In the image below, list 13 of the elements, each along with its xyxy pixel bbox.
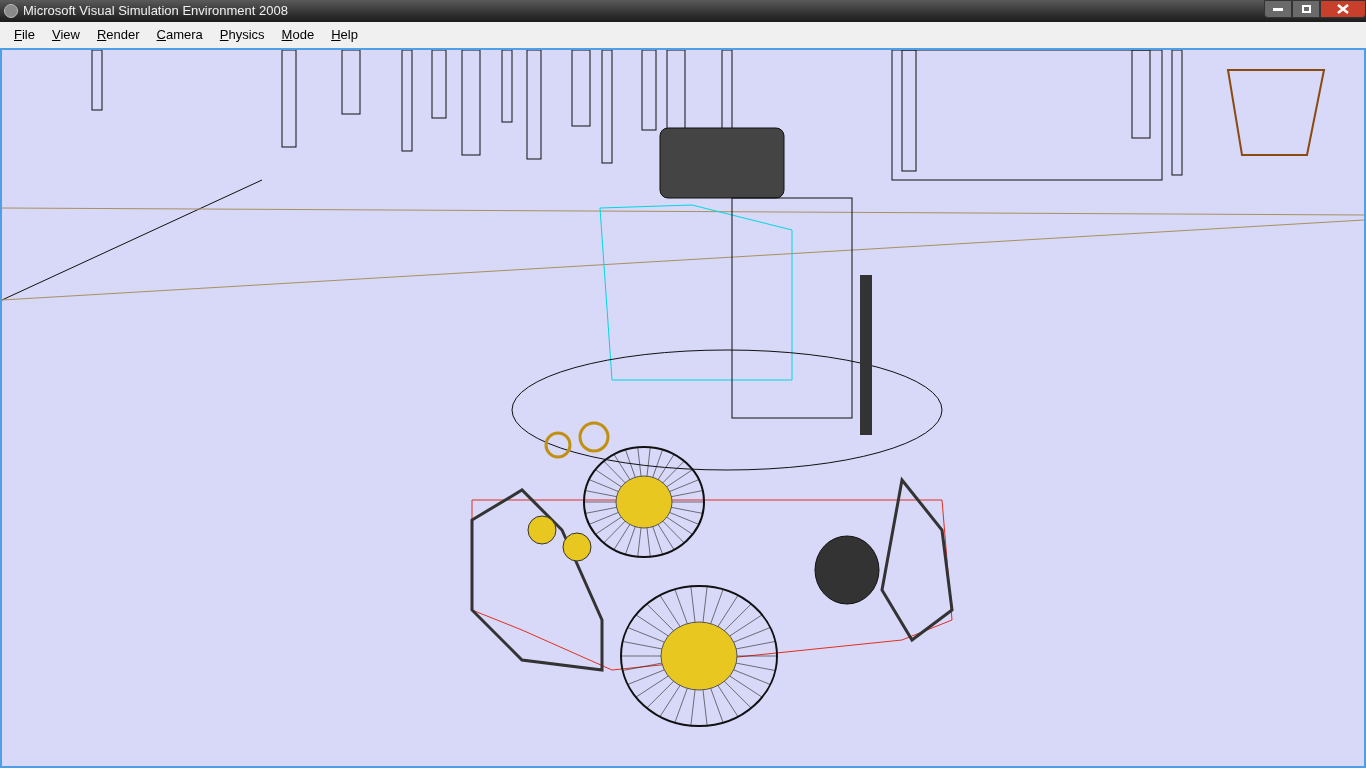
app-icon [4, 4, 18, 18]
menu-item[interactable]: Camera [148, 25, 211, 45]
close-button[interactable] [1320, 0, 1366, 18]
window-title: Microsoft Visual Simulation Environment 2008 [23, 2, 288, 21]
menu-item[interactable]: Physics [211, 25, 273, 45]
close-icon [1337, 4, 1349, 14]
menu-item[interactable]: Help [323, 25, 366, 45]
menu-item[interactable]: File [6, 25, 43, 45]
menu-item[interactable]: Render [88, 25, 148, 45]
minimize-button[interactable] [1264, 0, 1292, 18]
menu-item[interactable]: View [43, 25, 88, 45]
maximize-button[interactable] [1292, 0, 1320, 18]
menu-item[interactable]: Mode [273, 25, 323, 45]
